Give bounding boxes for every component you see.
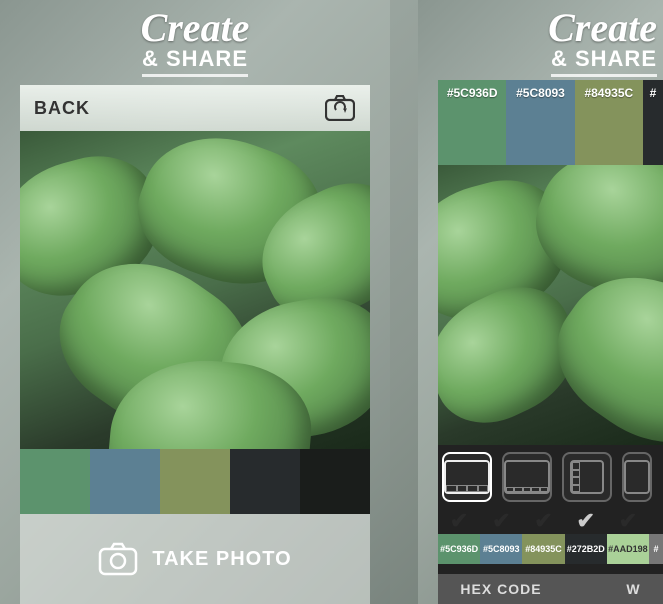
layout-option-side-strip[interactable] — [562, 452, 612, 502]
subtitle-share: & SHARE — [142, 46, 248, 77]
header: Create & SHARE — [418, 0, 663, 77]
back-button[interactable]: BACK — [34, 98, 90, 119]
check-icon: ✔ — [534, 508, 552, 534]
hex-label: # — [654, 544, 659, 554]
swatch-labeled[interactable]: #5C8093 — [506, 80, 574, 165]
swatch — [160, 449, 230, 514]
screen-capture: Create & SHARE BACK — [0, 0, 390, 604]
hex-label: #84935C — [584, 86, 633, 100]
hex-label: #5C8093 — [516, 86, 565, 100]
layout-options — [442, 450, 663, 504]
swatch-toggle[interactable]: ✔ #AAD198 — [607, 508, 649, 564]
swatch — [20, 449, 90, 514]
camera-switch-icon — [325, 95, 355, 121]
swatch-toggle[interactable]: ✔ #272B2D — [565, 508, 607, 564]
hex-label: #84935C — [525, 544, 562, 554]
camera-icon — [98, 542, 138, 576]
hex-label: #AAD198 — [608, 544, 648, 554]
take-photo-button[interactable]: TAKE PHOTO — [20, 514, 370, 604]
camera-switch-button[interactable] — [324, 94, 356, 122]
swatch-toggle[interactable]: ✔ #5C8093 — [480, 508, 522, 564]
check-icon: ✔ — [619, 508, 637, 534]
swatch-toggle[interactable]: ✔ #84935C — [522, 508, 564, 564]
hex-label: # — [650, 86, 657, 100]
format-tabs: HEX CODE W — [438, 574, 663, 604]
capture-panel: BACK — [20, 85, 370, 604]
layout-option-bottom-strip-small[interactable] — [502, 452, 552, 502]
layout-option-plain[interactable] — [622, 452, 652, 502]
hex-label: #5C8093 — [483, 544, 520, 554]
swatch-labeled[interactable]: #84935C — [575, 80, 643, 165]
hex-label: #272B2D — [567, 544, 605, 554]
swatch-selection-row: ✔ #5C936D ✔ #5C8093 ✔ #84935C ✔ #272B2D ✔ #AA… — [438, 508, 663, 564]
layout-option-bottom-strip[interactable] — [442, 452, 492, 502]
swatch — [230, 449, 300, 514]
hex-label: #5C936D — [440, 544, 478, 554]
tab-hex[interactable]: HEX CODE — [460, 581, 541, 597]
topbar: BACK — [20, 85, 370, 131]
palette-header: #5C936D #5C8093 #84935C # — [438, 80, 663, 165]
swatch-toggle[interactable]: ✔ #5C936D — [438, 508, 480, 564]
hex-label: #5C936D — [447, 86, 498, 100]
take-photo-label: TAKE PHOTO — [152, 548, 291, 571]
check-icon: ✔ — [492, 508, 510, 534]
screen-edit: Create & SHARE #5C936D #5C8093 #84935C # — [418, 0, 663, 604]
swatch-labeled[interactable]: #5C936D — [438, 80, 506, 165]
swatch — [300, 449, 370, 514]
swatch-labeled[interactable]: # — [643, 80, 663, 165]
check-icon: ✔ — [576, 508, 594, 534]
header: Create & SHARE — [0, 0, 390, 77]
edit-panel: #5C936D #5C8093 #84935C # — [438, 80, 663, 604]
camera-preview — [20, 131, 370, 449]
title-create: Create — [418, 8, 657, 48]
source-photo — [438, 165, 663, 445]
swatch-toggle[interactable]: # — [649, 508, 663, 564]
title-create: Create — [0, 8, 390, 48]
tab-w[interactable]: W — [586, 581, 640, 597]
check-icon: ✔ — [450, 508, 468, 534]
palette-preview — [20, 449, 370, 514]
subtitle-share: & SHARE — [551, 46, 657, 77]
swatch — [90, 449, 160, 514]
